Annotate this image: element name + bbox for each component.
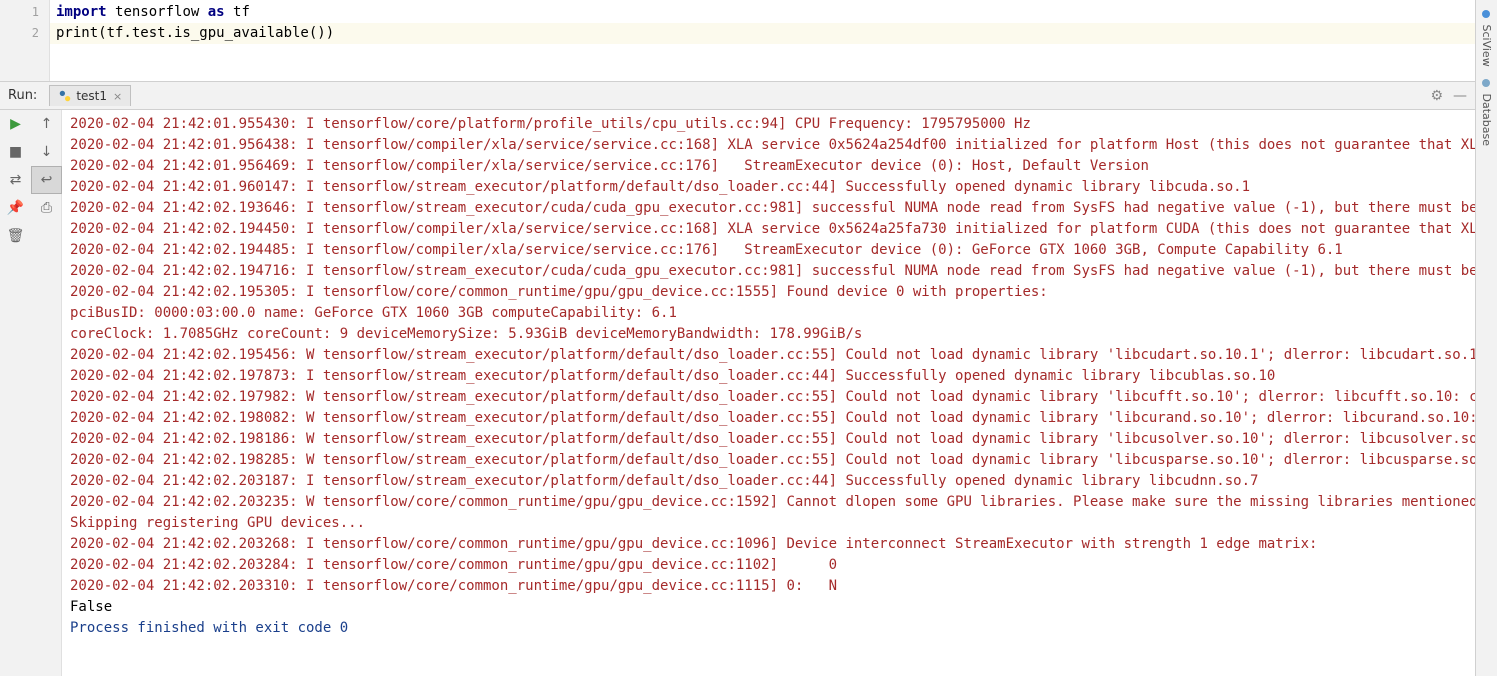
hide-panel-icon[interactable]: —: [1453, 88, 1467, 104]
run-toolbar: ▶ ↑ ■ ↓ ⇄ ↩ 📌 ⎙ 🗑: [0, 110, 62, 676]
run-label: Run:: [8, 88, 37, 103]
console-line: 2020-02-04 21:42:02.203235: W tensorflow…: [70, 492, 1467, 513]
run-body: ▶ ↑ ■ ↓ ⇄ ↩ 📌 ⎙ 🗑 2020-02-04 21:42:01.95…: [0, 110, 1475, 676]
right-side-tabs: SciView Database: [1475, 0, 1497, 676]
console-line: 2020-02-04 21:42:02.194485: I tensorflow…: [70, 240, 1467, 261]
pin-button[interactable]: 📌: [0, 194, 31, 222]
soft-wrap-button[interactable]: ↩: [31, 166, 62, 194]
rerun-button[interactable]: ▶: [0, 110, 31, 138]
code-line[interactable]: print(tf.test.is_gpu_available()): [50, 23, 1483, 44]
console-line: 2020-02-04 21:42:02.194716: I tensorflow…: [70, 261, 1467, 282]
layout-button[interactable]: ⇄: [0, 166, 31, 194]
console-line: Skipping registering GPU devices...: [70, 513, 1467, 534]
run-tab[interactable]: test1 ×: [49, 85, 131, 106]
console-line: 2020-02-04 21:42:02.195305: I tensorflow…: [70, 282, 1467, 303]
console-line: 2020-02-04 21:42:02.203187: I tensorflow…: [70, 471, 1467, 492]
console-line: Process finished with exit code 0: [70, 618, 1467, 639]
stop-button[interactable]: ■: [0, 138, 31, 166]
console-line: coreClock: 1.7085GHz coreCount: 9 device…: [70, 324, 1467, 345]
console-line: pciBusID: 0000:03:00.0 name: GeForce GTX…: [70, 303, 1467, 324]
console-line: False: [70, 597, 1467, 618]
line-number[interactable]: 1: [0, 2, 49, 23]
editor-area: 12 import tensorflow as tfprint(tf.test.…: [0, 0, 1497, 82]
console-line: 2020-02-04 21:42:02.195456: W tensorflow…: [70, 345, 1467, 366]
python-file-icon: [58, 89, 72, 103]
gear-icon[interactable]: ⚙: [1430, 88, 1443, 104]
console-line: 2020-02-04 21:42:02.203310: I tensorflow…: [70, 576, 1467, 597]
console-line: 2020-02-04 21:42:02.194450: I tensorflow…: [70, 219, 1467, 240]
line-number[interactable]: 2: [0, 23, 49, 44]
sciview-label: SciView: [1480, 25, 1493, 67]
database-icon: [1482, 79, 1490, 87]
code-line[interactable]: import tensorflow as tf: [50, 2, 1483, 23]
sciview-icon: [1482, 10, 1490, 18]
console-line: 2020-02-04 21:42:02.198082: W tensorflow…: [70, 408, 1467, 429]
console-line: 2020-02-04 21:42:01.960147: I tensorflow…: [70, 177, 1467, 198]
console-line: 2020-02-04 21:42:02.198285: W tensorflow…: [70, 450, 1467, 471]
console-output[interactable]: 2020-02-04 21:42:01.955430: I tensorflow…: [62, 110, 1475, 676]
database-tab[interactable]: Database: [1478, 73, 1495, 152]
console-line: 2020-02-04 21:42:02.197982: W tensorflow…: [70, 387, 1467, 408]
console-line: 2020-02-04 21:42:02.198186: W tensorflow…: [70, 429, 1467, 450]
run-tab-label: test1: [76, 89, 107, 103]
run-header: Run: test1 × ⚙ —: [0, 82, 1475, 110]
down-stack-button[interactable]: ↓: [31, 138, 62, 166]
up-stack-button[interactable]: ↑: [31, 110, 62, 138]
console-line: 2020-02-04 21:42:02.197873: I tensorflow…: [70, 366, 1467, 387]
run-panel: Run: test1 × ⚙ — ▶ ↑ ■ ↓ ⇄ ↩ 📌 ⎙ 🗑 2020-…: [0, 82, 1475, 676]
editor-gutter: 12: [0, 0, 50, 81]
console-line: 2020-02-04 21:42:02.203284: I tensorflow…: [70, 555, 1467, 576]
console-line: 2020-02-04 21:42:01.956469: I tensorflow…: [70, 156, 1467, 177]
console-line: 2020-02-04 21:42:01.956438: I tensorflow…: [70, 135, 1467, 156]
console-line: 2020-02-04 21:42:02.203268: I tensorflow…: [70, 534, 1467, 555]
database-label: Database: [1480, 93, 1493, 146]
trash-button[interactable]: 🗑: [0, 222, 31, 250]
print-button[interactable]: ⎙: [31, 194, 62, 222]
code-editor[interactable]: import tensorflow as tfprint(tf.test.is_…: [50, 0, 1483, 81]
sciview-tab[interactable]: SciView: [1478, 4, 1495, 73]
close-tab-icon[interactable]: ×: [113, 90, 122, 103]
console-line: 2020-02-04 21:42:02.193646: I tensorflow…: [70, 198, 1467, 219]
console-line: 2020-02-04 21:42:01.955430: I tensorflow…: [70, 114, 1467, 135]
